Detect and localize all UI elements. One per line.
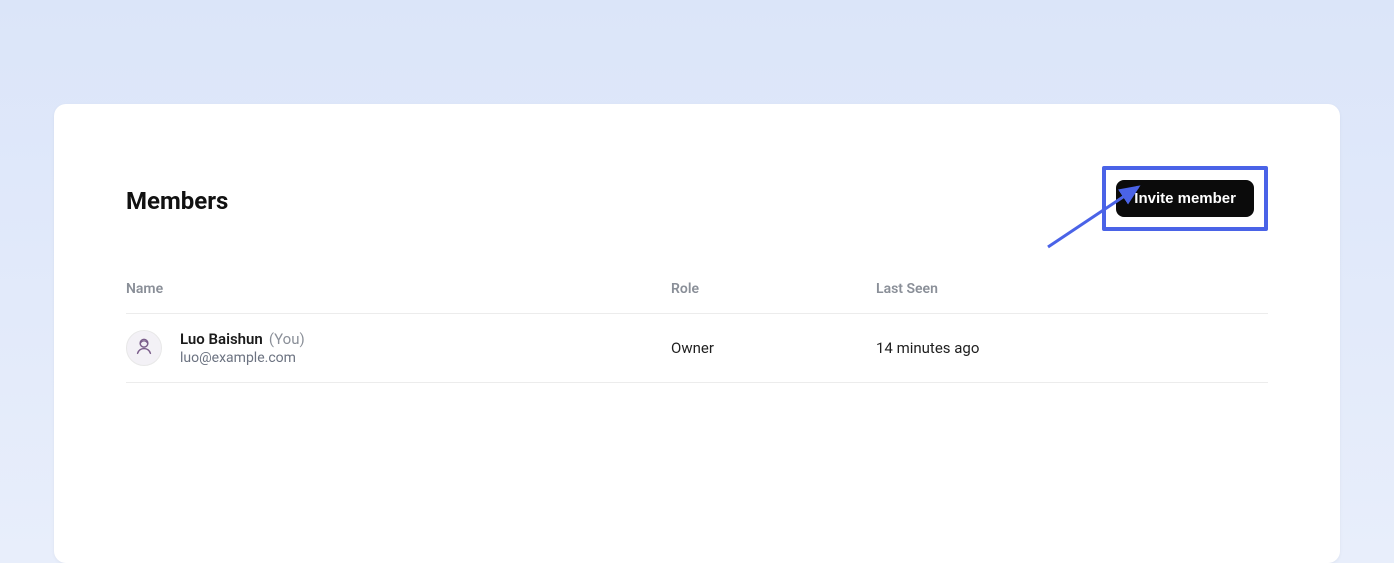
member-you-label: (You) bbox=[269, 330, 305, 348]
page-title: Members bbox=[126, 187, 228, 215]
column-header-role: Role bbox=[671, 281, 876, 297]
avatar-icon bbox=[133, 335, 155, 361]
table-header: Name Role Last Seen bbox=[126, 281, 1268, 314]
members-table: Name Role Last Seen Luo Bai bbox=[126, 281, 1268, 383]
annotation-highlight-box: Invite member bbox=[1102, 166, 1268, 231]
member-role: Owner bbox=[671, 339, 876, 357]
member-name-cell: Luo Baishun (You) luo@example.com bbox=[126, 330, 671, 366]
member-lastseen: 14 minutes ago bbox=[876, 339, 1268, 357]
member-text-block: Luo Baishun (You) luo@example.com bbox=[180, 330, 305, 366]
members-card: Members Invite member Name Role Last See… bbox=[54, 104, 1340, 563]
member-name: Luo Baishun bbox=[180, 330, 263, 348]
member-name-row: Luo Baishun (You) bbox=[180, 330, 305, 348]
invite-member-button[interactable]: Invite member bbox=[1116, 180, 1254, 217]
table-row: Luo Baishun (You) luo@example.com Owner … bbox=[126, 314, 1268, 383]
member-email: luo@example.com bbox=[180, 350, 305, 366]
column-header-lastseen: Last Seen bbox=[876, 281, 1268, 297]
avatar bbox=[126, 330, 162, 366]
column-header-name: Name bbox=[126, 281, 671, 297]
header-row: Members Invite member bbox=[126, 168, 1268, 233]
